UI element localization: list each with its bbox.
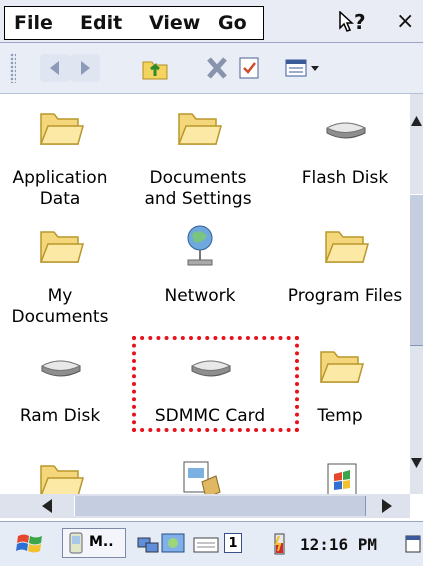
folder-icon	[177, 113, 222, 145]
file-item-application-data[interactable]: Application Data	[0, 104, 120, 210]
file-label-line1: Ram Disk	[19, 406, 101, 426]
properties-button[interactable]	[234, 54, 264, 82]
close-button[interactable]: ×	[396, 9, 422, 37]
file-item-program-files[interactable]: Program Files	[282, 222, 408, 307]
toolbar-grip[interactable]	[10, 53, 16, 83]
scroll-left-icon	[42, 499, 52, 513]
file-label-line2: and Settings	[144, 189, 252, 209]
menu-view[interactable]: View	[149, 12, 200, 34]
file-item-folder-partial[interactable]	[0, 456, 120, 494]
file-item-flash-disk[interactable]: Flash Disk	[285, 104, 405, 189]
file-label-line1: Application	[12, 168, 108, 188]
up-folder-button[interactable]	[140, 54, 170, 82]
installer-icon	[183, 461, 221, 494]
horizontal-scroll-thumb[interactable]	[74, 496, 366, 516]
delete-icon	[207, 57, 227, 79]
file-label-line1: Program Files	[287, 286, 403, 306]
application-icon	[327, 463, 357, 494]
file-label-line2: Data	[39, 189, 81, 209]
horizontal-scrollbar[interactable]	[0, 494, 410, 518]
folder-icon	[39, 113, 84, 145]
folder-icon	[40, 465, 84, 494]
clock[interactable]: 12:16 PM	[300, 535, 377, 554]
file-item-app-partial[interactable]	[282, 456, 402, 494]
views-icon	[285, 59, 319, 77]
file-label-line1: Flash Disk	[301, 168, 389, 188]
folder-icon	[319, 351, 364, 383]
views-button[interactable]	[282, 54, 324, 82]
back-icon	[50, 61, 59, 75]
tray-network-icon[interactable]	[136, 532, 160, 556]
menu-go[interactable]: Go	[218, 12, 247, 34]
menu-file[interactable]: File	[14, 12, 53, 34]
properties-icon	[239, 57, 259, 79]
input-indicator[interactable]: 1	[224, 533, 242, 553]
taskbar: M.. 1 12:16 PM	[0, 521, 423, 566]
drive-icon	[325, 122, 367, 139]
vertical-scroll-thumb[interactable]	[410, 194, 423, 346]
desktop-icon	[405, 535, 421, 553]
help-label: ?	[354, 10, 366, 34]
up-folder-icon	[142, 61, 168, 80]
desktop-button[interactable]	[402, 532, 422, 556]
network-icon	[187, 225, 213, 266]
folder-icon	[324, 231, 369, 263]
menu-edit[interactable]: Edit	[80, 12, 122, 34]
battery-icon[interactable]	[270, 531, 288, 557]
file-item-documents-and-settings[interactable]: Documents and Settings	[138, 104, 258, 210]
scroll-up-icon	[411, 116, 422, 126]
file-label-line2: Documents	[11, 307, 109, 327]
help-button[interactable]: ?	[336, 9, 378, 37]
start-button[interactable]	[14, 530, 46, 558]
toolbar	[0, 43, 423, 94]
keyboard-icon[interactable]	[192, 532, 220, 556]
forward-icon	[81, 61, 90, 75]
file-list: Application Data Documents and Settings …	[0, 94, 410, 494]
input-indicator-label: 1	[228, 536, 238, 551]
delete-button[interactable]	[202, 54, 232, 82]
file-label-line1: Documents	[149, 168, 247, 188]
vertical-scrollbar[interactable]	[410, 94, 423, 494]
file-label-line1: Network	[164, 286, 236, 306]
file-item-ram-disk[interactable]: Ram Disk	[0, 342, 120, 427]
tray-display-icon[interactable]	[160, 531, 186, 557]
drive-icon	[40, 360, 82, 377]
file-label-line1: My	[47, 286, 73, 306]
scroll-down-icon	[411, 458, 422, 468]
file-item-installer-partial[interactable]	[140, 456, 260, 494]
selection-highlight	[132, 336, 299, 432]
back-button[interactable]	[40, 54, 70, 82]
menu-bar: File Edit View Go ? ×	[0, 0, 423, 43]
file-item-network[interactable]: Network	[140, 222, 260, 307]
file-item-my-documents[interactable]: My Documents	[0, 222, 120, 328]
scroll-right-icon	[382, 499, 392, 513]
device-icon	[69, 532, 83, 554]
forward-button[interactable]	[70, 54, 100, 82]
windows-flag-icon	[16, 534, 42, 553]
task-button[interactable]: M..	[62, 528, 126, 558]
task-label: M..	[89, 534, 114, 550]
folder-icon	[39, 231, 84, 263]
